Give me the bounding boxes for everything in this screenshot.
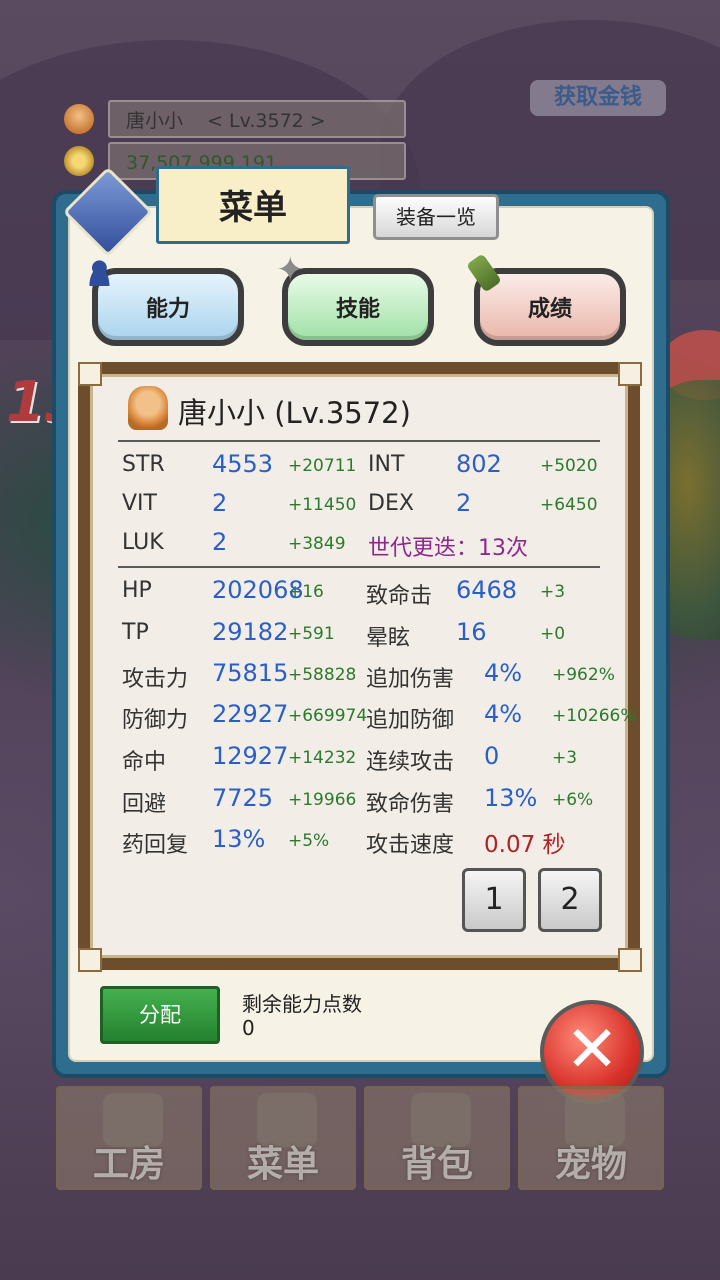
player-avatar-icon (64, 104, 94, 134)
stat-label: 追加伤害 (366, 667, 455, 692)
player-level: < Lv.3572 > (207, 110, 326, 132)
stat-label: 回避 (122, 792, 167, 817)
stat-value: 2 (456, 489, 472, 517)
nav-pet[interactable]: 宠物 (518, 1086, 664, 1190)
stat-label: 连续攻击 (366, 750, 455, 775)
stat-value: 2 (212, 528, 228, 556)
sheet-corner (78, 362, 102, 386)
sparkle-icon: ✦ (276, 250, 305, 290)
stat-bonus: +20711 (288, 456, 357, 476)
stat-label: TP (122, 620, 149, 645)
stat-value: 13% (484, 784, 538, 812)
stat-bonus: +10266% (552, 706, 637, 726)
menu-title: 菜单 (156, 166, 350, 244)
player-name: 唐小小 (126, 110, 184, 132)
stat-label: 防御力 (122, 708, 189, 733)
equipment-list-button[interactable]: 装备一览 (373, 194, 499, 240)
nav-menu[interactable]: 菜单 (210, 1086, 356, 1190)
divider (118, 440, 600, 442)
coin-icon (64, 146, 94, 176)
nav-label: 工房 (92, 1144, 165, 1185)
generation-count: 世代更迭：13次 (368, 536, 528, 561)
attack-speed-value: 0.07 秒 (484, 832, 566, 858)
page-1-button[interactable]: 1 (462, 868, 526, 932)
stat-label: 攻击速度 (366, 833, 455, 858)
nav-workshop[interactable]: 工房 (56, 1086, 202, 1190)
stat-bonus: +3 (540, 582, 566, 602)
stat-value: 13% (212, 825, 266, 853)
allocate-button[interactable]: 分配 (100, 986, 220, 1044)
stat-label: LUK (122, 530, 164, 555)
stat-bonus: +5% (288, 831, 330, 851)
get-money-button[interactable]: 获取金钱 (530, 80, 666, 116)
stat-bonus: +0 (540, 624, 566, 644)
stat-bonus: +19966 (288, 790, 357, 810)
stat-value: 12927 (212, 742, 289, 770)
stat-bonus: +6450 (540, 495, 598, 515)
stat-value: 75815 (212, 659, 289, 687)
stat-value: 0 (484, 742, 500, 770)
stat-value: 2 (212, 489, 228, 517)
nav-label: 宠物 (554, 1144, 627, 1185)
stat-label: HP (122, 578, 152, 603)
player-name-bar: 唐小小 < Lv.3572 > (108, 100, 406, 138)
stat-value: 29182 (212, 618, 289, 646)
page-2-button[interactable]: 2 (538, 868, 602, 932)
stat-label: 致命伤害 (366, 792, 455, 817)
nav-label: 菜单 (246, 1144, 319, 1185)
stat-label: 命中 (122, 750, 167, 775)
stat-bonus: +58828 (288, 665, 357, 685)
stat-value: 6468 (456, 576, 518, 604)
sheet-corner (618, 362, 642, 386)
stat-value: 16 (456, 618, 487, 646)
stat-label: 药回复 (122, 833, 189, 858)
stat-label: 追加防御 (366, 708, 455, 733)
nav-label: 背包 (400, 1144, 473, 1185)
stat-label: DEX (368, 491, 414, 516)
stat-bonus: +3 (552, 748, 578, 768)
stat-bonus: +5020 (540, 456, 598, 476)
tab-ability[interactable]: 能力 (92, 268, 244, 346)
stat-label: 致命击 (366, 584, 433, 609)
stat-bonus: +591 (288, 624, 335, 644)
stat-bonus: +16 (288, 582, 324, 602)
stat-label: STR (122, 452, 165, 477)
remaining-points-label: 剩余能力点数 (242, 992, 362, 1016)
stat-value: 4553 (212, 450, 274, 478)
stat-value: 4% (484, 659, 523, 687)
stat-bonus: +669974 (288, 706, 368, 726)
stat-label: 晕眩 (366, 626, 411, 651)
stat-label: INT (368, 452, 405, 477)
close-icon: ✕ (565, 1013, 619, 1087)
remaining-points-value: 0 (242, 1016, 255, 1040)
stat-bonus: +3849 (288, 534, 346, 554)
stat-bonus: +14232 (288, 748, 357, 768)
divider (118, 566, 600, 568)
sheet-corner (618, 948, 642, 972)
stat-value: 7725 (212, 784, 274, 812)
stat-label: 攻击力 (122, 667, 189, 692)
stat-value: 4% (484, 700, 523, 728)
tab-skill[interactable]: 技能 (282, 268, 434, 346)
add-person-icon (84, 258, 112, 286)
stat-label: VIT (122, 491, 157, 516)
stat-value: 22927 (212, 700, 289, 728)
character-portrait (128, 386, 168, 430)
stat-bonus: +11450 (288, 495, 357, 515)
stat-bonus: +962% (552, 665, 615, 685)
nav-backpack[interactable]: 背包 (364, 1086, 510, 1190)
stat-value: 802 (456, 450, 502, 478)
sheet-corner (78, 948, 102, 972)
stat-bonus: +6% (552, 790, 594, 810)
character-title: 唐小小 (Lv.3572) (178, 396, 411, 430)
